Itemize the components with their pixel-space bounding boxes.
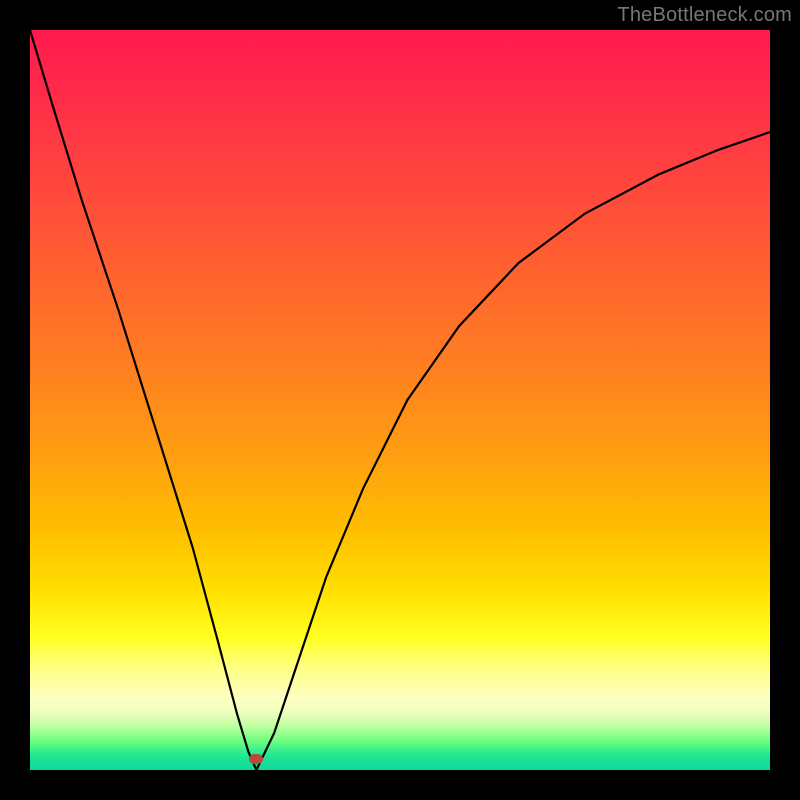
chart-frame: TheBottleneck.com	[0, 0, 800, 800]
optimal-marker	[249, 754, 263, 764]
curve-svg	[30, 30, 770, 770]
plot-area	[30, 30, 770, 770]
watermark-text: TheBottleneck.com	[617, 4, 792, 27]
bottleneck-curve	[30, 30, 770, 770]
